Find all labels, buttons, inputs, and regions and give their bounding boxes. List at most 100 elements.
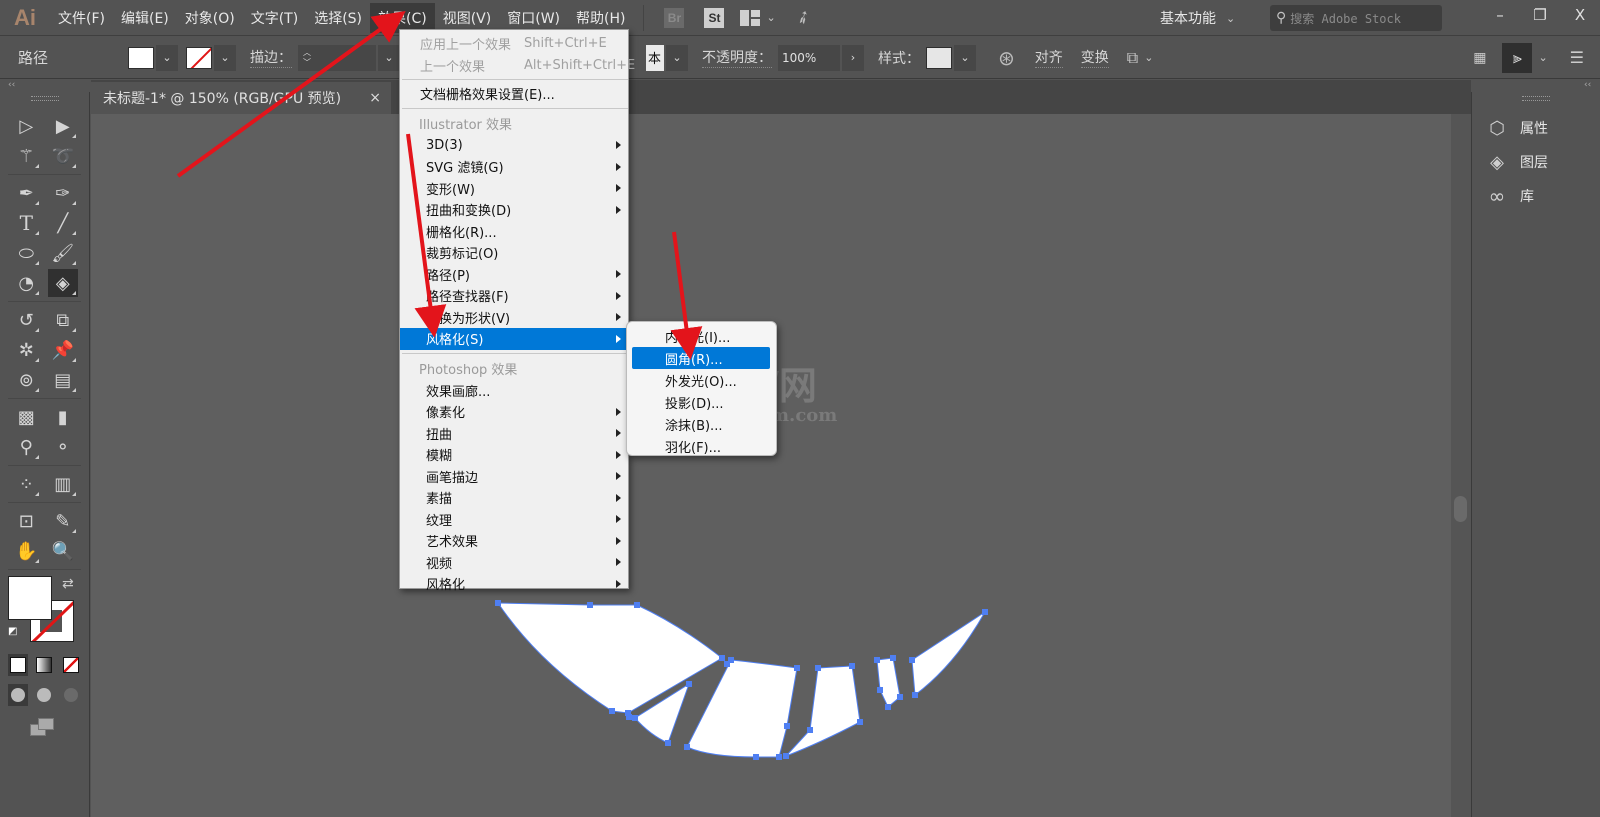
- submenu-arrow-icon: [616, 141, 621, 150]
- menu-item-photoshop-effect[interactable]: 视频: [400, 552, 628, 574]
- anchor-point[interactable]: [753, 754, 759, 760]
- menu-item-illustrator-effect[interactable]: 风格化(S): [400, 328, 628, 350]
- menu-item-label: 裁剪标记(O): [426, 247, 499, 263]
- menu-item-photoshop-effect[interactable]: 纹理: [400, 509, 628, 531]
- anchor-point[interactable]: [877, 687, 883, 693]
- illustrator-window: Ai 文件(F) 编辑(E) 对象(O) 文字(T) 选择(S) 效果(C) 视…: [0, 0, 1600, 817]
- anchor-point[interactable]: [794, 665, 800, 671]
- anchor-point[interactable]: [912, 692, 918, 698]
- menu-item-label: 扭曲: [426, 427, 453, 443]
- submenu-arrow-icon: [616, 429, 621, 438]
- anchor-point[interactable]: [815, 665, 821, 671]
- anchor-point[interactable]: [609, 708, 615, 714]
- anchor-point[interactable]: [885, 704, 891, 710]
- anchor-point[interactable]: [857, 719, 863, 725]
- anchor-point[interactable]: [719, 655, 725, 661]
- menu-item-photoshop-effect[interactable]: 扭曲: [400, 423, 628, 445]
- anchor-point[interactable]: [897, 694, 903, 700]
- menu-item-illustrator-effect[interactable]: SVG 滤镜(G): [400, 156, 628, 178]
- submenu-arrow-icon: [616, 313, 621, 322]
- menu-item-label: 路径(P): [426, 268, 470, 284]
- anchor-point[interactable]: [686, 681, 692, 687]
- menu-item-illustrator-effect[interactable]: 路径查找器(F): [400, 285, 628, 307]
- properties-icon: ⬡: [1489, 117, 1505, 139]
- menu-item-label: 像素化: [426, 406, 466, 422]
- submenu-arrow-icon: [616, 558, 621, 567]
- menu-item-shortcut: Alt+Shift+Ctrl+E: [524, 57, 636, 73]
- menu-item-photoshop-effect[interactable]: 模糊: [400, 444, 628, 466]
- anchor-point[interactable]: [874, 657, 880, 663]
- menu-item-illustrator-effect[interactable]: 转换为形状(V): [400, 307, 628, 329]
- panel-layers[interactable]: ◈ 图层: [1472, 145, 1600, 179]
- submenu-item[interactable]: 羽化(F)...: [632, 435, 770, 457]
- shape-segment[interactable]: [497, 602, 723, 714]
- anchor-point[interactable]: [776, 754, 782, 760]
- menu-item-label: 风格化: [426, 578, 466, 594]
- anchor-point[interactable]: [807, 727, 813, 733]
- anchor-point[interactable]: [784, 723, 790, 729]
- shape-segment[interactable]: [911, 611, 986, 696]
- vertical-scrollbar[interactable]: [1451, 114, 1471, 817]
- anchor-point[interactable]: [909, 657, 915, 663]
- menu-item-photoshop-effect[interactable]: 效果画廊...: [400, 380, 628, 402]
- menu-item-photoshop-effect[interactable]: 像素化: [400, 401, 628, 423]
- submenu-item[interactable]: 涂抹(B)...: [632, 413, 770, 435]
- menu-separator: [402, 107, 628, 109]
- submenu-arrow-icon: [616, 205, 621, 214]
- illustrator-effects-group: 3D(3) SVG 滤镜(G) 变形(W) 扭曲和变换(D) 栅格化(R)... 裁剪标记…: [400, 135, 628, 350]
- menu-item-label: SVG 滤镜(G): [426, 161, 504, 177]
- anchor-point[interactable]: [634, 602, 640, 608]
- scrollbar-thumb[interactable]: [1454, 496, 1467, 522]
- menu-item-label: 上一个效果: [420, 59, 486, 75]
- menu-section-header: Illustrator 效果: [419, 117, 513, 133]
- menu-item-photoshop-effect[interactable]: 艺术效果: [400, 530, 628, 552]
- anchor-point[interactable]: [783, 753, 789, 759]
- photoshop-effects-group: 效果画廊... 像素化扭曲 模糊 画笔描边素描纹理 艺术效果视频风格化: [400, 380, 628, 595]
- submenu-item[interactable]: 圆角(R)...: [632, 347, 770, 369]
- menu-item-shortcut: Shift+Ctrl+E: [524, 36, 607, 52]
- anchor-point[interactable]: [495, 600, 501, 606]
- submenu-item[interactable]: 外发光(O)...: [632, 369, 770, 391]
- shape-segment[interactable]: [876, 657, 901, 708]
- menu-item-illustrator-effect[interactable]: 扭曲和变换(D): [400, 199, 628, 221]
- menu-item-label: 素描: [426, 492, 453, 508]
- menu-separator: [402, 352, 628, 354]
- menu-item-label: 转换为形状(V): [426, 311, 511, 327]
- anchor-point[interactable]: [587, 602, 593, 608]
- submenu-arrow-icon: [616, 334, 621, 343]
- menu-item-label: 纹理: [426, 513, 453, 529]
- menu-item-illustrator-effect[interactable]: 栅格化(R)...: [400, 221, 628, 243]
- anchor-point[interactable]: [626, 714, 632, 720]
- shape-segment[interactable]: [686, 659, 798, 758]
- menu-item-illustrator-effect[interactable]: 3D(3): [400, 135, 628, 157]
- panel-properties[interactable]: ⬡ 属性: [1472, 111, 1600, 145]
- menu-item-label: 风格化(S): [426, 333, 484, 349]
- stylize-submenu: 内发光(I)... 圆角(R)... 外发光(O)... 投影(D)... 涂抹(B).…: [626, 321, 777, 456]
- menu-item-illustrator-effect[interactable]: 变形(W): [400, 178, 628, 200]
- anchor-point[interactable]: [724, 661, 730, 667]
- submenu-arrow-icon: [616, 184, 621, 193]
- menu-item-last-effect[interactable]: 上一个效果 Alt+Shift+Ctrl+E: [400, 55, 635, 77]
- menu-item-illustrator-effect[interactable]: 裁剪标记(O): [400, 242, 628, 264]
- anchor-point[interactable]: [849, 663, 855, 669]
- menu-item-photoshop-effect[interactable]: 素描: [400, 487, 628, 509]
- menu-item-photoshop-effect[interactable]: 风格化: [400, 573, 628, 595]
- anchor-point[interactable]: [982, 609, 988, 615]
- panel-label: 图层: [1520, 155, 1548, 171]
- menu-item-label: 变形(W): [426, 182, 475, 198]
- submenu-item[interactable]: 内发光(I)...: [632, 325, 770, 347]
- anchor-point[interactable]: [684, 744, 690, 750]
- menu-item-photoshop-effect[interactable]: 画笔描边: [400, 466, 628, 488]
- anchor-point[interactable]: [890, 655, 896, 661]
- fill-color-box[interactable]: [8, 576, 52, 620]
- menu-item-apply-last-effect[interactable]: 应用上一个效果 Shift+Ctrl+E: [400, 33, 628, 55]
- menu-item-raster-effects-settings[interactable]: 文档栅格效果设置(E)...: [400, 83, 628, 105]
- panel-grip[interactable]: [1522, 96, 1550, 101]
- anchor-point[interactable]: [632, 715, 638, 721]
- submenu-item[interactable]: 投影(D)...: [632, 391, 770, 413]
- shape-segment[interactable]: [785, 665, 861, 757]
- anchor-point[interactable]: [665, 740, 671, 746]
- menu-item-label: 视频: [426, 556, 453, 572]
- menu-item-illustrator-effect[interactable]: 路径(P): [400, 264, 628, 286]
- panel-libraries[interactable]: ∞ 库: [1472, 179, 1600, 213]
